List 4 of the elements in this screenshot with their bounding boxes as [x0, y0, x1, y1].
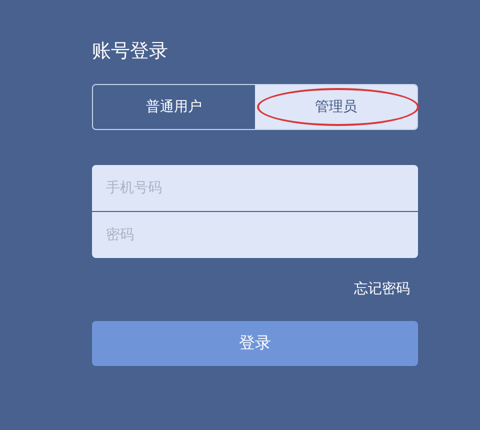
user-type-tab[interactable]: 普通用户	[93, 85, 255, 129]
user-type-tab[interactable]: 管理员	[255, 85, 417, 129]
forgot-password-link[interactable]: 忘记密码	[354, 280, 410, 298]
form-title: 账号登录	[92, 39, 168, 64]
